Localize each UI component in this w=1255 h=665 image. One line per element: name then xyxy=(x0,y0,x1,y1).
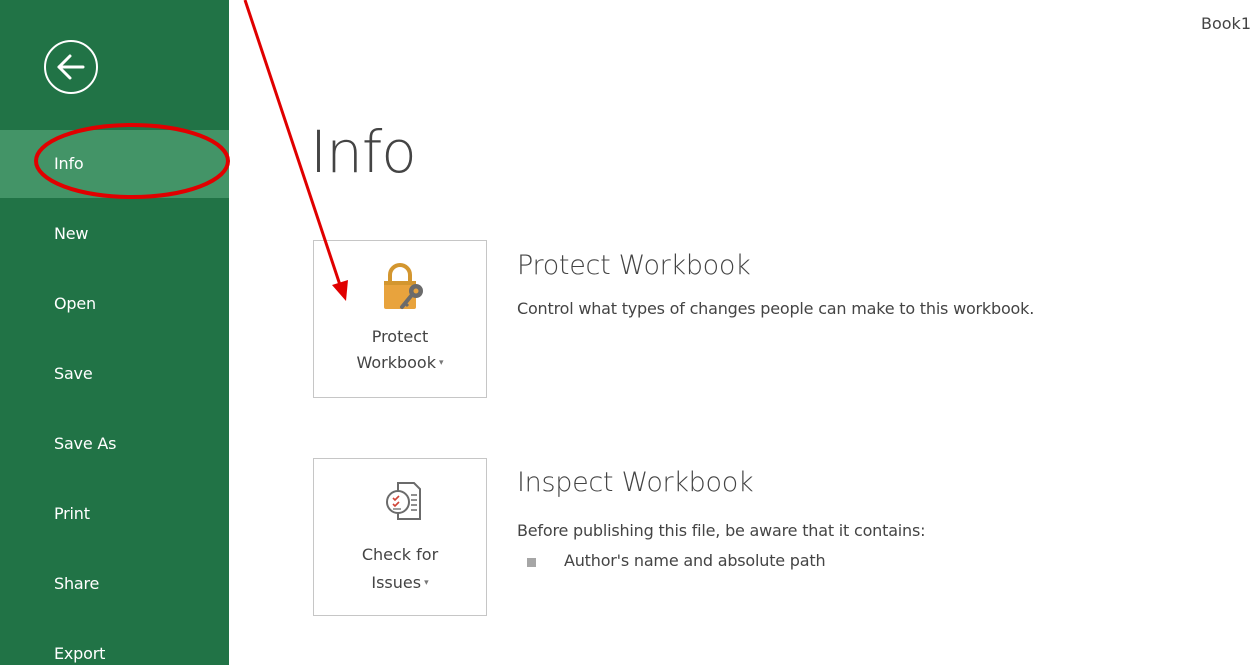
back-arrow-icon xyxy=(57,54,85,80)
dropdown-caret-icon: ▾ xyxy=(424,578,429,588)
page-title: Info xyxy=(310,118,417,186)
inspect-workbook-heading: Inspect Workbook xyxy=(517,467,754,498)
protect-workbook-button[interactable]: Protect Workbook ▾ xyxy=(313,240,487,398)
check-for-issues-label-text: Issues xyxy=(371,573,422,592)
check-for-issues-button[interactable]: Check for Issues ▾ xyxy=(313,458,487,616)
inspect-workbook-description: Before publishing this file, be aware th… xyxy=(517,521,926,540)
nav-item-export[interactable]: Export xyxy=(0,620,229,665)
protect-workbook-heading: Protect Workbook xyxy=(517,250,751,281)
protect-workbook-description: Control what types of changes people can… xyxy=(517,299,1035,318)
nav-item-print[interactable]: Print xyxy=(0,480,229,548)
nav-item-save[interactable]: Save xyxy=(0,340,229,408)
nav-item-new[interactable]: New xyxy=(0,200,229,268)
check-for-issues-label-line2: Issues ▾ xyxy=(314,571,486,595)
back-button[interactable] xyxy=(44,40,98,94)
document-title: Book1 xyxy=(1201,14,1251,33)
protect-workbook-label-line1: Protect xyxy=(371,327,429,346)
lock-key-icon xyxy=(384,263,423,309)
bullet-square-icon xyxy=(527,558,536,567)
nav-item-open[interactable]: Open xyxy=(0,270,229,338)
nav-item-save-as[interactable]: Save As xyxy=(0,410,229,478)
backstage-sidebar: Info New Open Save Save As Print Share E… xyxy=(0,0,229,665)
inspect-workbook-bullet-item: Author's name and absolute path xyxy=(564,551,826,570)
protect-workbook-label-text: Workbook xyxy=(356,353,436,372)
nav-item-share[interactable]: Share xyxy=(0,550,229,618)
nav-item-info[interactable]: Info xyxy=(0,130,229,198)
inspect-document-icon xyxy=(386,482,421,520)
check-for-issues-label-line1: Check for xyxy=(361,545,439,564)
dropdown-caret-icon: ▾ xyxy=(438,358,444,368)
protect-workbook-label-line2: Workbook ▾ xyxy=(314,351,486,375)
